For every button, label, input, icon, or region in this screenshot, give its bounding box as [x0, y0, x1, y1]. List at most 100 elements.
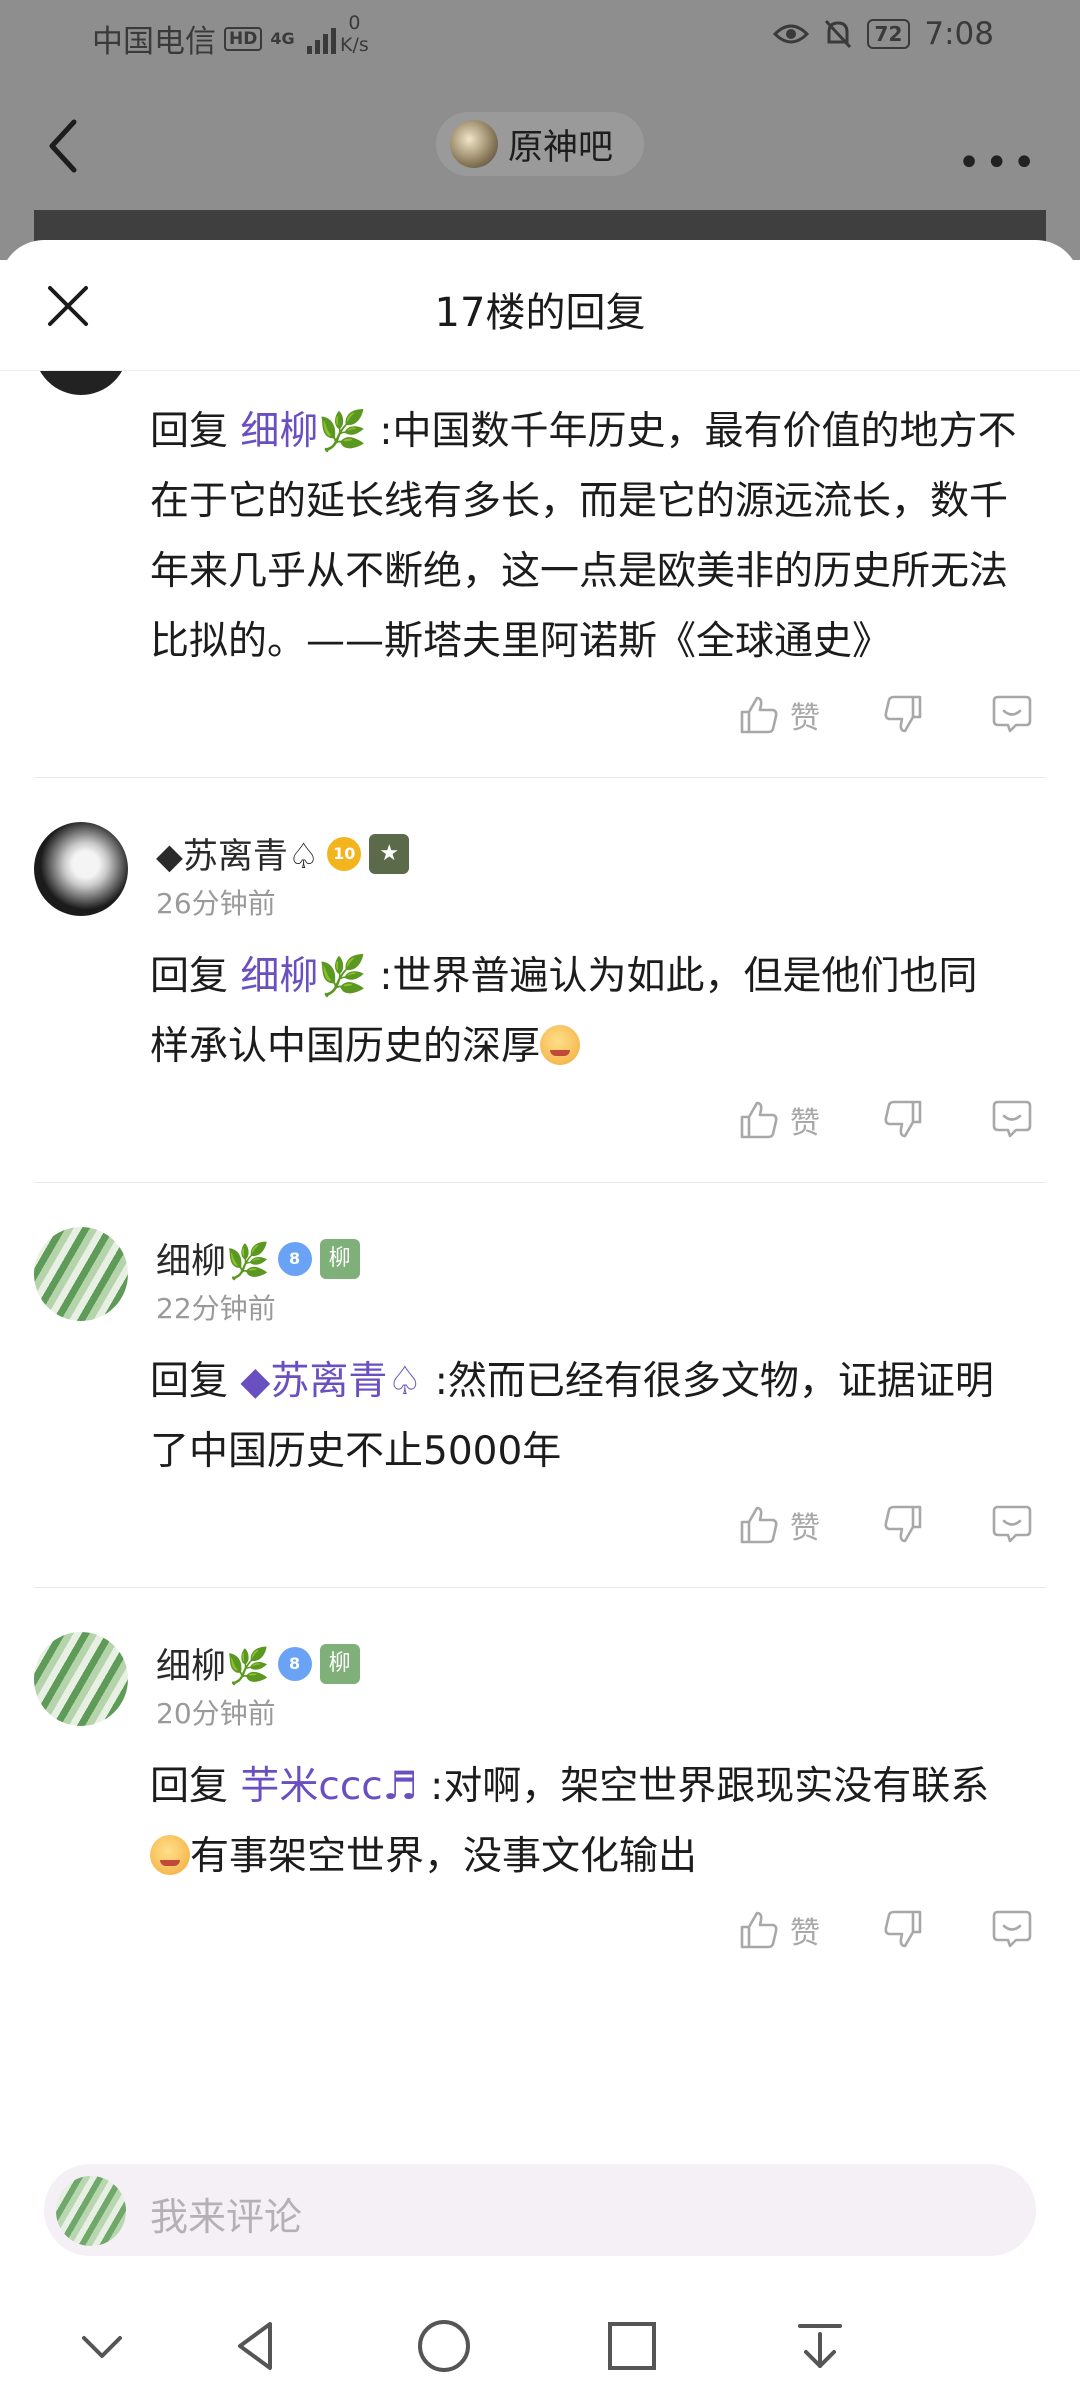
reply-prefix: 回复: [150, 1359, 229, 1404]
mention-link[interactable]: ◆苏离青♤: [240, 1359, 422, 1404]
more-icon[interactable]: •••: [957, 140, 1040, 186]
author-name: ◆苏离青♤: [156, 837, 320, 877]
reply-time: 22分钟前: [156, 1292, 276, 1325]
hd-badge: HD: [224, 26, 263, 51]
reply-prefix: 回复: [150, 1764, 229, 1809]
reply-prefix: 回复: [150, 954, 229, 999]
thumb-down-icon: [884, 1910, 922, 1948]
thumb-up-icon: [740, 1506, 778, 1544]
back-arrow-icon[interactable]: [44, 118, 84, 174]
status-bar: 中国电信 HD 4G 0 K/s 72 7:08: [0, 0, 1080, 76]
comment-bubble-icon: [992, 1910, 1032, 1948]
reply-author[interactable]: 细柳🌿 8 柳: [156, 1638, 360, 1689]
dislike-button[interactable]: [882, 1908, 924, 1950]
avatar[interactable]: [34, 1632, 128, 1726]
reply-text: 回复 细柳🌿 :中国数千年历史，最有价值的地方不在于它的延长线有多长，而是它的源…: [150, 397, 1036, 677]
like-label: 赞: [790, 701, 820, 736]
like-button[interactable]: 赞: [738, 693, 820, 737]
reply-item: 细柳🌿 8 柳 20分钟前 回复 芋米ccc♬ :对啊，架空世界跟现实没有联系有…: [34, 1587, 1046, 1992]
reply-list[interactable]: 回复 细柳🌿 :中国数千年历史，最有价值的地方不在于它的延长线有多长，而是它的源…: [0, 371, 1080, 2131]
thumb-down-icon: [884, 1505, 922, 1543]
dislike-button[interactable]: [882, 693, 924, 735]
dislike-button[interactable]: [882, 1098, 924, 1140]
background-app: 中国电信 HD 4G 0 K/s 72 7:08 原神吧 •••: [0, 0, 1080, 270]
like-label: 赞: [790, 1106, 820, 1141]
mention-link[interactable]: 细柳🌿: [240, 954, 367, 999]
mention-link[interactable]: 细柳🌿: [240, 409, 367, 454]
comment-input-bar[interactable]: 我来评论: [44, 2164, 1036, 2256]
thumb-up-icon: [740, 1911, 778, 1949]
clock: 7:08: [924, 16, 994, 52]
sheet-title: 17楼的回复: [434, 290, 646, 336]
reply-time: 26分钟前: [156, 887, 276, 920]
comment-button[interactable]: [990, 1098, 1034, 1140]
forum-title: 原神吧: [508, 127, 614, 168]
signal-icon: [306, 24, 336, 54]
status-left: 中国电信 HD 4G: [92, 16, 336, 61]
thumb-down-icon: [884, 695, 922, 733]
reply-header: ◆苏离青♤ 10 ★ 26分钟前: [34, 822, 1046, 920]
reply-author[interactable]: 细柳🌿 8 柳: [156, 1233, 360, 1284]
forum-avatar: [450, 120, 498, 168]
my-avatar: [56, 2176, 126, 2246]
like-button[interactable]: 赞: [738, 1908, 820, 1952]
like-label: 赞: [790, 1916, 820, 1951]
reply-header: 细柳🌿 8 柳 22分钟前: [34, 1227, 1046, 1325]
chevron-down-icon[interactable]: [72, 2316, 132, 2376]
level-badge: 10: [327, 836, 362, 871]
comment-bubble-icon: [992, 1100, 1032, 1138]
like-button[interactable]: 赞: [738, 1098, 820, 1142]
reply-author[interactable]: ◆苏离青♤ 10 ★: [156, 828, 410, 879]
speed-unit: K/s: [340, 34, 369, 56]
level-badge: 8: [277, 1646, 312, 1681]
author-name: 细柳🌿: [156, 1242, 270, 1282]
emoji-icon: [540, 1025, 581, 1065]
reply-header: 细柳🌿 8 柳 20分钟前: [34, 1632, 1046, 1730]
forum-title-pill[interactable]: 原神吧: [436, 112, 644, 176]
network-speed: 0 K/s: [340, 12, 369, 56]
top-nav: 原神吧 •••: [0, 90, 1080, 200]
like-label: 赞: [790, 1511, 820, 1546]
eye-icon: [772, 24, 809, 44]
comment-button[interactable]: [990, 1908, 1034, 1950]
dislike-button[interactable]: [882, 1503, 924, 1545]
battery-indicator: 72: [866, 19, 911, 49]
avatar[interactable]: [34, 1227, 128, 1321]
comment-bubble-icon: [992, 695, 1032, 733]
sheet-header: 17楼的回复: [0, 240, 1080, 371]
level-badge: 8: [277, 1241, 312, 1276]
comment-button[interactable]: [990, 693, 1034, 735]
comment-button[interactable]: [990, 1503, 1034, 1545]
thumb-up-icon: [740, 1101, 778, 1139]
recents-square-icon[interactable]: [602, 2316, 662, 2376]
like-button[interactable]: 赞: [738, 1503, 820, 1547]
reply-actions: 赞: [34, 1082, 1046, 1182]
willow-badge: 柳: [319, 1238, 360, 1279]
reply-prefix: 回复: [150, 409, 229, 454]
mute-bell-icon: [824, 19, 851, 49]
comment-bubble-icon: [992, 1505, 1032, 1543]
back-triangle-icon[interactable]: [226, 2316, 286, 2376]
reply-actions: 赞: [34, 1487, 1046, 1587]
download-tray-icon[interactable]: [790, 2316, 850, 2376]
reply-body: :对啊，架空世界跟现实没有联系: [430, 1764, 990, 1809]
comment-placeholder[interactable]: 我来评论: [150, 2186, 302, 2241]
carrier-label: 中国电信: [92, 24, 216, 60]
speed-value: 0: [348, 12, 361, 34]
reply-text: 回复 细柳🌿 :世界普遍认为如此，但是他们也同样承认中国历史的深厚: [150, 942, 1002, 1082]
mention-link[interactable]: 芋米ccc♬: [240, 1764, 417, 1809]
emoji-icon: [150, 1835, 190, 1875]
reply-sheet: 17楼的回复 回复 细柳🌿 :中国数千年历史，最有价值的地方不在于它的延长线有多…: [0, 240, 1080, 2400]
thumb-up-icon: [740, 696, 778, 734]
reply-text: 回复 芋米ccc♬ :对啊，架空世界跟现实没有联系有事架空世界，没事文化输出: [150, 1752, 1002, 1892]
reply-item: ◆苏离青♤ 10 ★ 26分钟前 回复 细柳🌿 :世界普遍认为如此，但是他们也同…: [34, 777, 1046, 1182]
avatar[interactable]: [34, 371, 128, 395]
avatar[interactable]: [34, 822, 128, 916]
network-type: 4G: [270, 29, 295, 48]
home-circle-icon[interactable]: [414, 2316, 474, 2376]
willow-badge: 柳: [319, 1643, 360, 1684]
system-nav-bar: [0, 2290, 1080, 2400]
star-medal-icon: ★: [369, 833, 410, 874]
reply-time: 20分钟前: [156, 1697, 276, 1730]
reply-item: 回复 细柳🌿 :中国数千年历史，最有价值的地方不在于它的延长线有多长，而是它的源…: [0, 371, 1080, 777]
